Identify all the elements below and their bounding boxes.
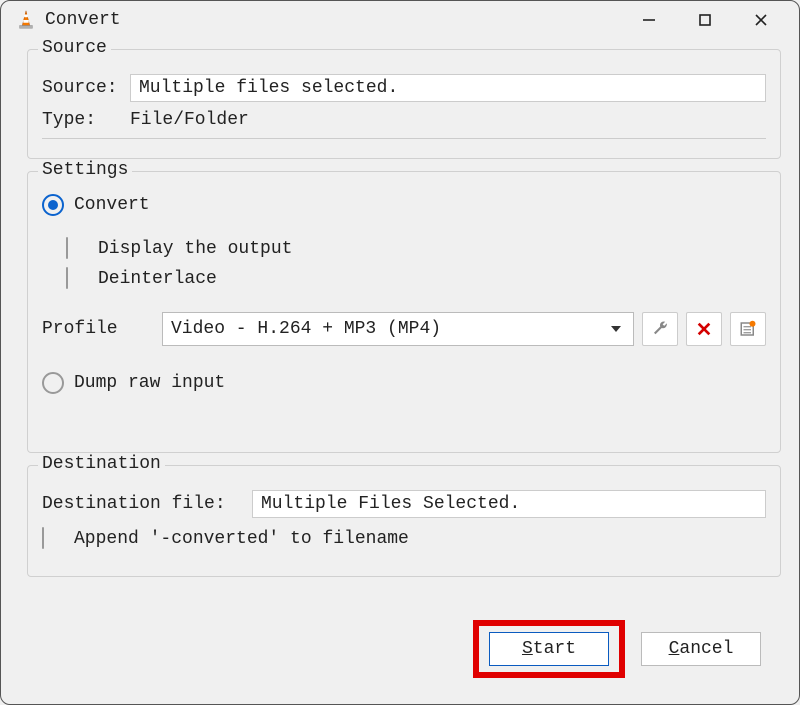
convert-radio-row[interactable]: Convert: [42, 194, 766, 216]
profile-combo[interactable]: Video - H.264 + MP3 (MP4): [162, 312, 634, 346]
append-row[interactable]: Append '-converted' to filename: [42, 528, 766, 550]
new-profile-button[interactable]: [730, 312, 766, 346]
minimize-button[interactable]: [621, 4, 677, 36]
dump-raw-radio[interactable]: [42, 372, 64, 394]
start-highlight: Start: [473, 620, 625, 678]
display-output-label: Display the output: [98, 239, 292, 259]
start-button[interactable]: Start: [489, 632, 609, 666]
deinterlace-row[interactable]: Deinterlace: [66, 268, 766, 290]
maximize-button[interactable]: [677, 4, 733, 36]
display-output-row[interactable]: Display the output: [66, 238, 766, 260]
delete-profile-button[interactable]: [686, 312, 722, 346]
convert-radio-label: Convert: [74, 195, 150, 215]
window-buttons: [621, 4, 789, 36]
type-value: File/Folder: [130, 110, 766, 130]
profile-value: Video - H.264 + MP3 (MP4): [171, 319, 611, 339]
dump-raw-radio-row[interactable]: Dump raw input: [42, 372, 766, 394]
type-row: Type: File/Folder: [42, 110, 766, 130]
convert-radio[interactable]: [42, 194, 64, 216]
source-row: Source: Multiple files selected.: [42, 74, 766, 102]
dest-file-row: Destination file: Multiple Files Selecte…: [42, 490, 766, 518]
divider: [42, 138, 766, 139]
new-profile-icon: [739, 320, 757, 338]
chevron-down-icon: [611, 326, 621, 332]
append-checkbox[interactable]: [42, 528, 64, 550]
settings-group: Settings Convert Display the output Dein…: [27, 171, 781, 453]
content-area: Source Source: Multiple files selected. …: [27, 49, 781, 684]
display-output-checkbox[interactable]: [66, 238, 88, 260]
deinterlace-label: Deinterlace: [98, 269, 217, 289]
destination-group: Destination Destination file: Multiple F…: [27, 465, 781, 577]
cancel-rest: ancel: [679, 639, 733, 659]
close-button[interactable]: [733, 4, 789, 36]
cancel-underline: C: [669, 639, 680, 659]
deinterlace-checkbox[interactable]: [66, 268, 88, 290]
start-rest: tart: [533, 639, 576, 659]
window-title: Convert: [45, 10, 621, 30]
profile-label: Profile: [42, 319, 162, 339]
delete-icon: [696, 321, 712, 337]
vlc-icon: [15, 9, 37, 31]
append-label: Append '-converted' to filename: [74, 529, 409, 549]
settings-legend: Settings: [38, 160, 132, 180]
destination-legend: Destination: [38, 454, 165, 474]
wrench-icon: [651, 320, 669, 338]
dump-raw-label: Dump raw input: [74, 373, 225, 393]
source-label: Source:: [42, 78, 130, 98]
source-field[interactable]: Multiple files selected.: [130, 74, 766, 102]
convert-window: Convert Source Source: Multiple files se…: [0, 0, 800, 705]
profile-row: Profile Video - H.264 + MP3 (MP4): [42, 312, 766, 346]
dest-file-label: Destination file:: [42, 494, 252, 514]
cancel-button[interactable]: Cancel: [641, 632, 761, 666]
dest-file-field[interactable]: Multiple Files Selected.: [252, 490, 766, 518]
start-underline: S: [522, 639, 533, 659]
source-legend: Source: [38, 38, 111, 58]
type-label: Type:: [42, 110, 130, 130]
edit-profile-button[interactable]: [642, 312, 678, 346]
title-bar: Convert: [1, 1, 799, 39]
button-bar: Start Cancel: [473, 620, 761, 678]
source-group: Source Source: Multiple files selected. …: [27, 49, 781, 159]
